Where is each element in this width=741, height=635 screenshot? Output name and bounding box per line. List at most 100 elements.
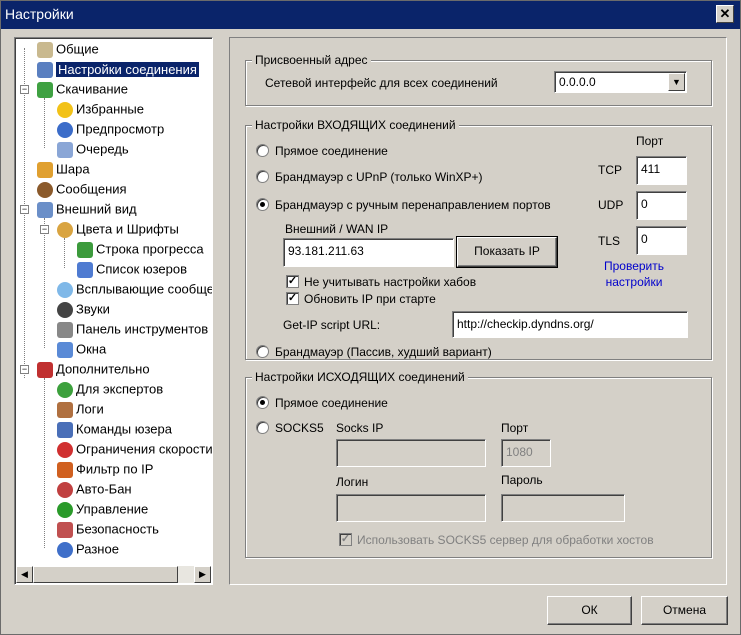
scroll-left-icon[interactable]: ◀	[16, 566, 33, 583]
outgoing-title: Настройки ИСХОДЯЩИХ соединений	[252, 370, 468, 384]
tree-item-auto-ban[interactable]: Авто-Бан	[57, 480, 132, 498]
incoming-passive-radio[interactable]	[256, 345, 269, 358]
outgoing-direct-radio[interactable]	[256, 396, 269, 409]
star-icon	[57, 101, 73, 118]
logs-icon	[57, 401, 73, 418]
tree-item-colors-fonts[interactable]: Цвета и Шрифты	[57, 220, 179, 238]
incoming-direct-radio[interactable]	[256, 144, 269, 157]
close-button[interactable]: ✕	[716, 5, 734, 23]
login-input[interactable]	[336, 494, 486, 522]
socks-port-input[interactable]: 1080	[501, 439, 551, 467]
tree-item-advanced[interactable]: Дополнительно	[37, 360, 150, 378]
tree-line	[44, 378, 45, 548]
udp-label: UDP	[598, 198, 624, 212]
wan-ip-input[interactable]: 93.181.211.63	[283, 238, 454, 267]
assigned-address-group: Присвоенный адрес Сетевой интерфейс для …	[245, 53, 712, 106]
check-shield-icon	[57, 381, 73, 398]
tree-item-experts[interactable]: Для экспертов	[57, 380, 163, 398]
tree-item-messages[interactable]: Сообщения	[37, 180, 127, 198]
show-ip-button[interactable]: Показать IP	[456, 236, 558, 268]
getip-url-label: Get-IP script URL:	[283, 318, 381, 332]
tree-item-toolbar[interactable]: Панель инструментов	[57, 320, 208, 338]
tree-item-progress-bar[interactable]: Строка прогресса	[77, 240, 204, 258]
chevron-down-icon[interactable]: ▼	[668, 73, 685, 91]
login-label: Логин	[336, 475, 369, 489]
tree-item-user-commands[interactable]: Команды юзера	[57, 420, 172, 438]
incoming-group: Настройки ВХОДЯЩИХ соединений Прямое сое…	[245, 118, 712, 360]
tree-item-security[interactable]: Безопасность	[57, 520, 159, 538]
outgoing-socks5-label: SOCKS5	[275, 421, 324, 435]
tree-line	[44, 218, 45, 348]
outgoing-group: Настройки ИСХОДЯЩИХ соединений Прямое со…	[245, 370, 712, 558]
expander-advanced[interactable]: −	[20, 365, 29, 374]
tree-item-appearance[interactable]: Внешний вид	[37, 200, 137, 218]
password-input[interactable]	[501, 494, 625, 522]
tree-line	[44, 98, 45, 148]
expander-download[interactable]: −	[20, 85, 29, 94]
windows-icon	[57, 341, 73, 358]
tree-item-share[interactable]: Шара	[37, 160, 90, 178]
incoming-manual-radio[interactable]	[256, 198, 269, 211]
incoming-manual-label: Брандмауэр с ручным перенаправлением пор…	[275, 198, 551, 212]
incoming-title: Настройки ВХОДЯЩИХ соединений	[252, 118, 459, 132]
network-icon	[37, 61, 53, 78]
udp-port-input[interactable]: 0	[636, 191, 687, 220]
popup-icon	[57, 281, 73, 298]
tree-item-management[interactable]: Управление	[57, 500, 148, 518]
network-interface-label: Сетевой интерфейс для всех соединений	[265, 76, 498, 90]
advanced-icon	[37, 361, 53, 378]
tree-item-download[interactable]: Скачивание	[37, 80, 128, 98]
tree-item-general[interactable]: Общие	[37, 40, 99, 58]
tree-line	[64, 238, 65, 268]
incoming-upnp-radio[interactable]	[256, 170, 269, 183]
use-socks-hosts-checkbox[interactable]: ✓	[339, 533, 352, 546]
password-label: Пароль	[501, 473, 543, 487]
monitor-icon	[37, 201, 53, 218]
settings-window: Настройки ✕ Общие Настройки соединения −…	[0, 0, 741, 635]
tree-item-speed-limits[interactable]: Ограничения скорости	[57, 440, 212, 458]
title-bar: Настройки ✕	[1, 1, 740, 29]
tree-item-popups[interactable]: Всплывающие сообщения	[57, 280, 212, 298]
tree-item-logs[interactable]: Логи	[57, 400, 104, 418]
getip-url-input[interactable]: http://checkip.dyndns.org/	[452, 311, 688, 338]
use-socks-hosts-label: Использовать SOCKS5 сервер для обработки…	[357, 533, 654, 547]
update-ip-checkbox[interactable]: ✓	[286, 292, 299, 305]
update-ip-label: Обновить IP при старте	[304, 292, 436, 306]
management-icon	[57, 501, 73, 518]
tcp-port-input[interactable]: 411	[636, 156, 687, 185]
outgoing-socks5-radio[interactable]	[256, 421, 269, 434]
preview-icon	[57, 121, 73, 138]
scroll-right-icon[interactable]: ▶	[194, 566, 211, 583]
scroll-thumb[interactable]	[33, 566, 178, 583]
ok-button[interactable]: ОК	[547, 596, 632, 625]
incoming-direct-label: Прямое соединение	[275, 144, 388, 158]
tree-item-windows[interactable]: Окна	[57, 340, 106, 358]
queue-icon	[57, 141, 73, 158]
tree-item-favorites[interactable]: Избранные	[57, 100, 144, 118]
network-interface-select[interactable]: 0.0.0.0 ▼	[554, 71, 687, 93]
tree-horizontal-scrollbar[interactable]: ◀ ▶	[16, 566, 211, 583]
cancel-button[interactable]: Отмена	[641, 596, 728, 625]
incoming-upnp-label: Брандмауэр с UPnP (только WinXP+)	[275, 170, 483, 184]
tls-port-input[interactable]: 0	[636, 226, 687, 255]
tree-item-preview[interactable]: Предпросмотр	[57, 120, 164, 138]
tree-item-queue[interactable]: Очередь	[57, 140, 129, 158]
progress-icon	[77, 241, 93, 258]
socks-ip-input[interactable]	[336, 439, 486, 467]
download-icon	[37, 81, 53, 98]
ignore-hub-checkbox[interactable]: ✓	[286, 275, 299, 288]
tree-item-sounds[interactable]: Звуки	[57, 300, 110, 318]
sound-icon	[57, 301, 73, 318]
tree-item-ip-filter[interactable]: Фильтр по IP	[57, 460, 153, 478]
tree-item-user-list[interactable]: Список юзеров	[77, 260, 187, 278]
tools-icon	[57, 321, 73, 338]
expander-colors[interactable]: −	[40, 225, 49, 234]
check-settings-link[interactable]: Проверить настройки	[596, 258, 672, 290]
tree-item-misc[interactable]: Разное	[57, 540, 119, 558]
network-interface-value: 0.0.0.0	[559, 75, 596, 89]
tls-label: TLS	[598, 234, 621, 248]
tree-item-connection[interactable]: Настройки соединения	[37, 60, 199, 78]
check-settings-link-line1: Проверить	[603, 259, 664, 273]
expander-appearance[interactable]: −	[20, 205, 29, 214]
window-title: Настройки	[5, 6, 74, 22]
